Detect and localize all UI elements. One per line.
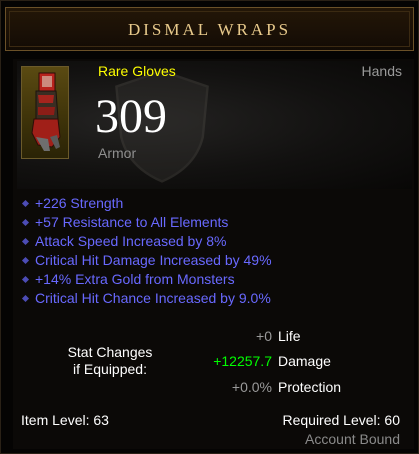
item-tooltip: Dismal Wraps Rare Gloves Hands 309 Armor…	[0, 0, 419, 454]
bullet-icon	[21, 237, 30, 246]
gloves-icon	[31, 72, 61, 151]
affix-item: +14% Extra Gold from Monsters	[21, 270, 272, 289]
item-icon-frame[interactable]	[21, 66, 69, 159]
stat-changes-title: Stat Changes if Equipped:	[67, 344, 153, 377]
required-level: Required Level: 60	[282, 412, 400, 428]
item-slot: Hands	[361, 63, 402, 79]
bullet-icon	[21, 294, 30, 303]
item-level: Item Level: 63	[21, 412, 109, 428]
affix-item: Critical Hit Chance Increased by 9.0%	[21, 289, 272, 308]
affix-item: +226 Strength	[21, 194, 272, 213]
affix-list: +226 Strength +57 Resistance to All Elem…	[21, 194, 272, 308]
item-name: Dismal Wraps	[127, 20, 292, 39]
item-type: Rare Gloves	[98, 63, 176, 79]
item-summary	[17, 61, 412, 189]
affix-item: Attack Speed Increased by 8%	[21, 232, 272, 251]
account-bound: Account Bound	[305, 431, 400, 447]
armor-label: Armor	[98, 145, 137, 161]
tooltip-header: Dismal Wraps	[5, 7, 414, 51]
bullet-icon	[21, 256, 30, 265]
bullet-icon	[21, 275, 30, 284]
affix-item: Critical Hit Damage Increased by 49%	[21, 251, 272, 270]
armor-value: 309	[95, 90, 167, 143]
bullet-icon	[21, 199, 30, 208]
bullet-icon	[21, 218, 30, 227]
affix-item: +57 Resistance to All Elements	[21, 213, 272, 232]
